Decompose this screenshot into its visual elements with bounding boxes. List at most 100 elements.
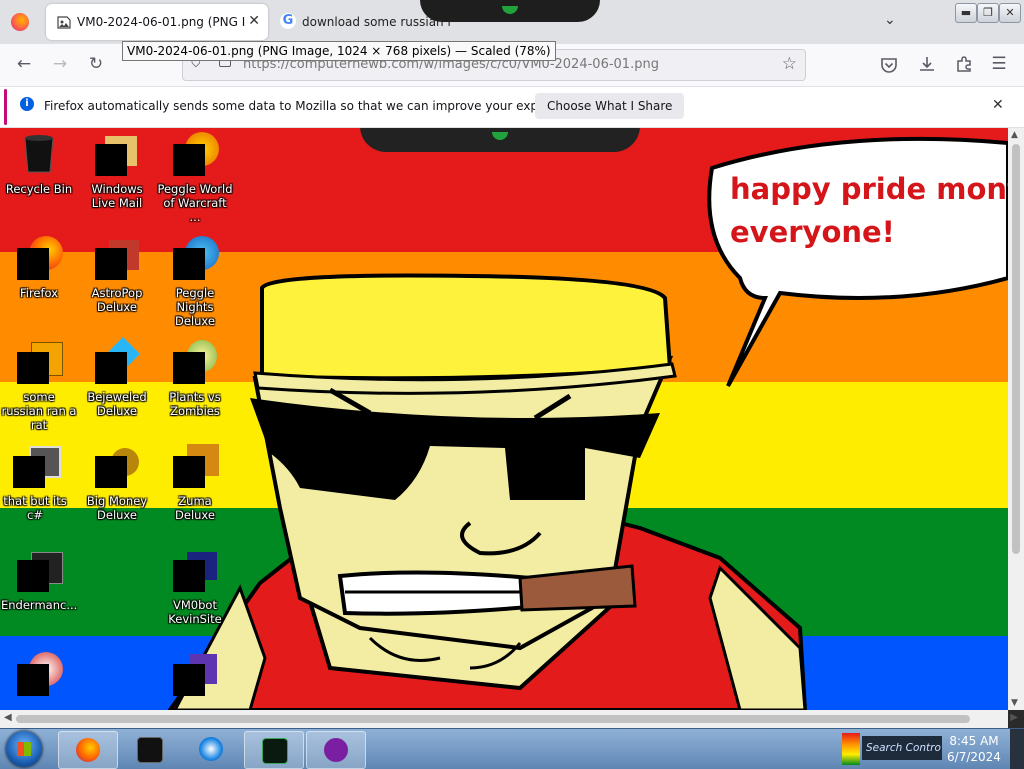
google-icon: G (280, 13, 296, 29)
desktop-icon-astropop[interactable]: AstroPop Deluxe (79, 236, 155, 314)
image-viewer: happy pride month everyone! Recycle Bin … (0, 128, 1008, 710)
scroll-down-icon[interactable]: ▼ (1011, 698, 1018, 708)
scroll-left-icon[interactable]: ◀ (4, 712, 12, 723)
desktop-icon-label: Peggle Nights Deluxe (175, 286, 215, 328)
tab-title: download some russian ran a rat (302, 15, 452, 29)
vertical-scrollbar[interactable]: ▲ ▼ (1008, 128, 1024, 710)
tray-search-box[interactable]: Search Contro (862, 736, 942, 760)
vm0bot-icon (173, 548, 217, 592)
taskbar: Search Contro 8:45 AM 6/7/2024 (0, 728, 1024, 769)
desktop-icon-label: Windows Live Mail (91, 182, 143, 210)
start-button[interactable] (6, 731, 42, 767)
taskbar-item-media-player[interactable] (182, 731, 240, 767)
mail-icon (95, 132, 139, 176)
desktop-icon-app[interactable] (1, 652, 77, 696)
desktop-icon-some-russian-ran-a-rat[interactable]: some russian ran a rat (1, 340, 77, 432)
tab-bar: VM0-2024-06-01.png (PNG Image, 1024 × 76… (0, 0, 1024, 44)
tab-image[interactable]: VM0-2024-06-01.png (PNG Image, 1024 × 76… (46, 4, 268, 40)
desktop-icon-bejeweled[interactable]: Bejeweled Deluxe (79, 337, 155, 418)
document-icon (17, 340, 63, 384)
restore-button[interactable]: ❐ (977, 3, 999, 23)
list-all-tabs-icon[interactable]: ⌄ (884, 12, 896, 28)
desktop-icon-endermanch[interactable]: Endermanc... (1, 548, 77, 612)
pocket-icon[interactable] (880, 56, 898, 74)
downloads-icon[interactable] (918, 55, 936, 73)
close-window-button[interactable]: ✕ (999, 3, 1021, 23)
scroll-up-icon[interactable]: ▲ (1011, 130, 1018, 140)
reload-icon[interactable]: ↻ (85, 54, 107, 74)
vertical-scroll-thumb[interactable] (1012, 144, 1020, 554)
notification-message: Firefox automatically sends some data to… (44, 99, 587, 113)
astropop-icon (95, 236, 139, 280)
desktop-icon-big-money[interactable]: Big Money Deluxe (79, 444, 155, 522)
big-money-icon (95, 444, 139, 488)
tray-app-icon[interactable] (842, 733, 860, 765)
terminal-icon (137, 737, 163, 763)
scroll-right-icon[interactable]: ▶ (1010, 712, 1018, 723)
back-arrow-icon[interactable]: ← (13, 54, 35, 74)
clock[interactable]: 8:45 AM 6/7/2024 (944, 733, 1004, 765)
bookmark-star-icon[interactable]: ☆ (782, 54, 797, 74)
desktop-icon-label: Zuma Deluxe (175, 494, 215, 522)
choose-what-i-share-button[interactable]: Choose What I Share (535, 93, 685, 119)
firefox-icon (17, 236, 63, 280)
taskbar-item-firefox[interactable] (58, 731, 118, 769)
desktop-icon-peggle-wow[interactable]: Peggle World of Warcraft ... (157, 132, 233, 224)
desktop-icon-label: Endermanc... (1, 598, 78, 612)
speech-line-1: happy pride month (730, 172, 1008, 206)
desktop-icon-label: Firefox (19, 286, 59, 300)
taskbar-item-masked-app[interactable] (306, 731, 366, 769)
desktop-icon-peggle-nights[interactable]: Peggle Nights Deluxe (157, 236, 233, 328)
desktop-icon-vm0bot-kevinsite[interactable]: VM0bot KevinSite (157, 548, 233, 626)
tab-tooltip: VM0-2024-06-01.png (PNG Image, 1024 × 76… (122, 41, 556, 61)
notification-bar: i Firefox automatically sends some data … (0, 87, 1024, 128)
recycle-bin-icon (17, 132, 61, 176)
media-player-icon (199, 737, 223, 761)
masked-app-icon (324, 738, 348, 762)
image-file-icon (57, 16, 71, 29)
horizontal-scroll-thumb[interactable] (16, 715, 970, 723)
info-icon: i (20, 97, 34, 111)
taskbar-item-task-monitor[interactable] (244, 731, 304, 769)
desktop-icon-label: VM0bot KevinSite (168, 598, 222, 626)
desktop-icon-label: Peggle World of Warcraft ... (157, 182, 233, 224)
speech-line-2: everyone! (730, 215, 895, 249)
firefox-icon (76, 738, 100, 762)
horizontal-scrollbar[interactable]: ◀ ▶ (0, 710, 1018, 728)
forward-arrow-icon[interactable]: → (49, 54, 71, 74)
bejeweled-icon (95, 337, 140, 384)
desktop-icon-plants-vs-zombies[interactable]: Plants vs Zombies (157, 340, 233, 418)
task-monitor-icon (262, 738, 288, 764)
show-desktop-button[interactable] (1010, 729, 1024, 769)
system-tray: Search Contro (842, 731, 942, 767)
desktop-icon-that-but-its-csharp[interactable]: that but its c# (0, 444, 73, 522)
desktop-icon-recycle-bin[interactable]: Recycle Bin (1, 132, 77, 196)
minimize-button[interactable]: ▬ (955, 3, 977, 23)
desktop-icon-label: Big Money Deluxe (86, 494, 148, 522)
notification-close-icon[interactable]: ✕ (992, 97, 1004, 113)
folder-icon (13, 444, 61, 488)
desktop-icon-purple-app[interactable] (157, 652, 233, 696)
desktop-icon-firefox[interactable]: Firefox (1, 236, 77, 300)
tab-close-icon[interactable]: ✕ (248, 13, 260, 29)
app-icon (17, 652, 63, 696)
desktop-icon-label: Recycle Bin (5, 182, 73, 196)
tab-search[interactable]: G download some russian ran a rat (272, 4, 462, 40)
clock-time: 8:45 AM (949, 734, 999, 748)
desktop-icon-label: that but its c# (3, 494, 67, 522)
firefox-menu-icon[interactable] (11, 13, 29, 31)
taskbar-item-terminal[interactable] (120, 731, 178, 767)
tab-title: VM0-2024-06-01.png (PNG Image, 1024 × 76… (77, 15, 245, 29)
hamburger-menu-icon[interactable]: ☰ (988, 54, 1010, 74)
extensions-icon[interactable] (955, 55, 973, 73)
notification-accent (4, 89, 7, 125)
desktop-icon-label: AstroPop Deluxe (91, 286, 143, 314)
desktop-icon-windows-live-mail[interactable]: Windows Live Mail (79, 132, 155, 210)
enderman-icon (17, 548, 63, 592)
desktop-icon-zuma[interactable]: Zuma Deluxe (157, 444, 233, 522)
zuma-icon (173, 444, 219, 488)
desktop-icon-label: some russian ran a rat (1, 390, 77, 432)
peggle-nights-icon (173, 236, 219, 280)
window-controls: ▬ ❐ ✕ (955, 3, 1021, 23)
pvz-icon (173, 340, 217, 384)
